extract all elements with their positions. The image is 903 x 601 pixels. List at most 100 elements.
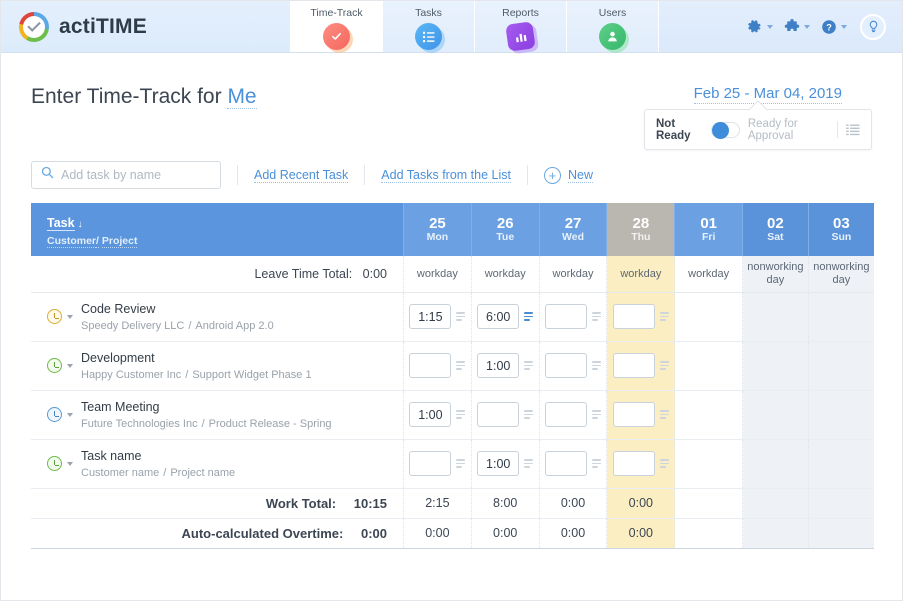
day-type-tue[interactable]: workday	[470, 256, 540, 293]
time-input[interactable]	[545, 402, 588, 427]
day-header-sat[interactable]: 02 Sat	[742, 203, 809, 256]
note-icon[interactable]	[456, 361, 466, 370]
page-title-prefix: Enter Time-Track for	[31, 85, 222, 108]
time-input[interactable]	[409, 402, 452, 427]
note-icon[interactable]	[456, 410, 466, 419]
overtime-thu: 0:00	[606, 518, 675, 549]
note-icon-filled[interactable]	[524, 312, 534, 321]
lightbulb-icon[interactable]	[860, 13, 886, 40]
time-cell-sat	[742, 341, 809, 391]
check-circle-icon	[323, 23, 350, 50]
note-icon[interactable]	[659, 410, 669, 419]
time-input[interactable]	[545, 451, 588, 476]
tab-tasks[interactable]: Tasks	[383, 1, 475, 52]
time-cell-tue	[470, 341, 540, 391]
row-menu-caret-icon[interactable]	[67, 461, 73, 466]
help-icon[interactable]: ?	[817, 15, 851, 39]
puzzle-icon[interactable]	[780, 15, 814, 39]
tab-tasks-label: Tasks	[415, 7, 442, 19]
day-type-mon[interactable]: workday	[403, 256, 472, 293]
note-icon[interactable]	[456, 459, 466, 468]
time-cell-mon	[403, 439, 472, 489]
svg-text:?: ?	[826, 22, 832, 32]
tab-reports-label: Reports	[502, 7, 539, 19]
gear-icon[interactable]	[743, 15, 777, 39]
note-icon[interactable]	[659, 459, 669, 468]
time-input[interactable]	[612, 402, 655, 427]
note-icon[interactable]	[592, 361, 602, 370]
day-type-label[interactable]: workday	[417, 268, 458, 280]
clock-icon[interactable]	[47, 407, 62, 422]
note-icon[interactable]	[592, 410, 602, 419]
work-total-fri	[674, 487, 743, 519]
note-icon[interactable]	[524, 410, 534, 419]
note-icon[interactable]	[456, 312, 466, 321]
search-box[interactable]	[31, 161, 221, 189]
time-input[interactable]	[545, 304, 588, 329]
day-header-mon[interactable]: 25 Mon	[403, 203, 472, 256]
tab-time-track[interactable]: Time-Track	[291, 1, 383, 52]
logo-check-mark	[27, 18, 41, 32]
time-input[interactable]	[477, 451, 520, 476]
new-task-link[interactable]: New	[567, 168, 593, 183]
time-input[interactable]	[477, 304, 520, 329]
time-input[interactable]	[612, 353, 655, 378]
row-menu-caret-icon[interactable]	[67, 314, 73, 319]
note-icon[interactable]	[592, 312, 602, 321]
day-weekday: Sat	[767, 231, 784, 244]
time-input[interactable]	[409, 451, 452, 476]
clock-icon[interactable]	[47, 358, 62, 373]
time-input[interactable]	[477, 353, 520, 378]
day-type-label[interactable]: workday	[620, 268, 661, 280]
task-name-cell: Task name Customer name / Project name	[31, 439, 404, 489]
project-sort-link[interactable]: Project	[101, 235, 138, 248]
day-type-wed[interactable]: workday	[538, 256, 607, 293]
day-header-sun[interactable]: 03 Sun	[807, 203, 874, 256]
time-input[interactable]	[612, 304, 655, 329]
list-lines-icon[interactable]	[846, 124, 860, 136]
date-range-link[interactable]: Feb 25 - Mar 04, 2019	[693, 85, 842, 104]
day-header-wed[interactable]: 27 Wed	[538, 203, 607, 256]
day-header-thu-today[interactable]: 28 Thu	[606, 203, 675, 256]
time-input[interactable]	[477, 402, 520, 427]
day-type-label[interactable]: workday	[688, 268, 729, 280]
day-type-fri[interactable]: workday	[674, 256, 743, 293]
day-header-tue[interactable]: 26 Tue	[470, 203, 540, 256]
row-menu-caret-icon[interactable]	[67, 363, 73, 368]
plus-circle-icon[interactable]: +	[543, 166, 561, 184]
add-recent-task-link[interactable]: Add Recent Task	[254, 168, 349, 183]
row-menu-caret-icon[interactable]	[67, 412, 73, 417]
day-header-fri[interactable]: 01 Fri	[674, 203, 743, 256]
note-icon[interactable]	[659, 312, 669, 321]
brand-logo-area[interactable]: actiTIME	[1, 1, 291, 52]
task-toolbar: Add Recent Task Add Tasks from the List …	[31, 161, 872, 189]
time-input[interactable]	[545, 353, 588, 378]
tab-reports[interactable]: Reports	[475, 1, 567, 52]
note-icon[interactable]	[524, 459, 534, 468]
note-icon[interactable]	[524, 361, 534, 370]
add-tasks-from-list-link[interactable]: Add Tasks from the List	[381, 168, 511, 183]
note-icon[interactable]	[659, 361, 669, 370]
task-sort-label[interactable]: Task	[47, 216, 75, 231]
clock-icon[interactable]	[47, 456, 62, 471]
time-cell-tue	[470, 439, 540, 489]
work-total-tue: 8:00	[470, 487, 540, 519]
customer-sort-link[interactable]: Customer	[47, 235, 97, 248]
task-column-header[interactable]: Task ↓ Customer/ Project	[31, 203, 404, 256]
time-cell-sat	[742, 390, 809, 440]
note-icon[interactable]	[592, 459, 602, 468]
day-type-label[interactable]: workday	[485, 268, 526, 280]
time-input[interactable]	[409, 304, 452, 329]
page-title-user-link[interactable]: Me	[227, 85, 257, 109]
ready-for-approval-toggle[interactable]	[711, 121, 740, 139]
time-input[interactable]	[409, 353, 452, 378]
tab-users[interactable]: Users	[567, 1, 659, 52]
time-input[interactable]	[612, 451, 655, 476]
day-type-thu[interactable]: workday	[606, 256, 675, 293]
clock-icon[interactable]	[47, 309, 62, 324]
time-cell-sun	[807, 292, 874, 342]
day-type-label[interactable]: workday	[553, 268, 594, 280]
search-input[interactable]	[61, 168, 211, 182]
task-project: Android App 2.0	[195, 319, 274, 332]
time-cell-sat	[742, 439, 809, 489]
